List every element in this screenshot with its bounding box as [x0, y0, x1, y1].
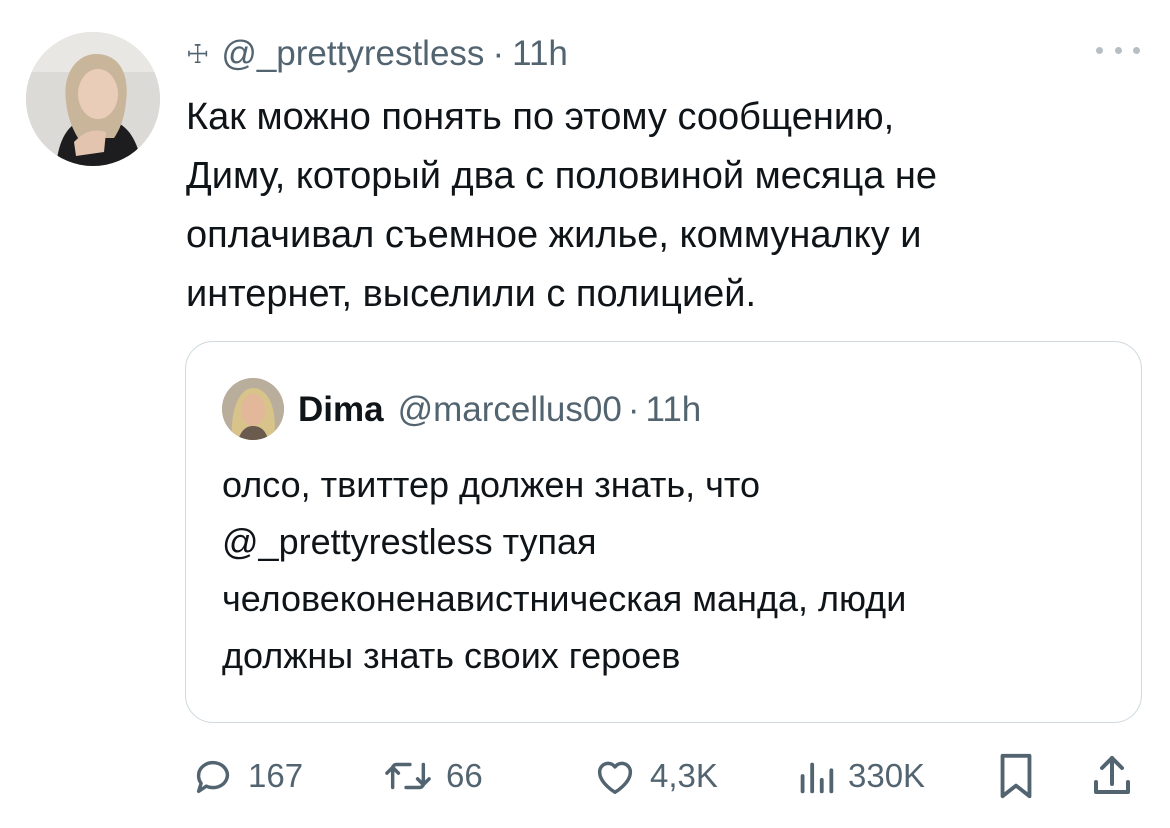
quote-text-line: человеконенавистническая манда, люди [222, 578, 907, 619]
share-icon [1092, 752, 1132, 800]
separator-dot: · [492, 34, 505, 73]
like-icon [592, 753, 638, 799]
repost-icon [382, 753, 434, 799]
reply-icon [190, 753, 236, 799]
quote-time[interactable]: 11h [645, 390, 701, 430]
author-handle[interactable]: @_prettyrestless [221, 34, 484, 74]
quoted-tweet[interactable]: Dima @marcellus00 · 11h олсо, твиттер до… [185, 341, 1142, 723]
repost-button[interactable]: 66 [382, 748, 483, 804]
quote-text-line: должны знать своих героев [222, 635, 681, 676]
share-button[interactable] [1092, 748, 1132, 804]
quote-text: олсо, твиттер должен знать, что @_pretty… [222, 456, 1122, 684]
tweet-text-line: оплачивал съемное жилье, коммуналку и [186, 214, 922, 256]
author-avatar[interactable] [26, 32, 160, 166]
views-button[interactable]: 330K [796, 748, 925, 804]
reply-button[interactable]: 167 [190, 748, 303, 804]
cross-icon: ☩ [186, 38, 210, 69]
quote-header: Dima @marcellus00 · 11h [298, 386, 701, 434]
quote-author-avatar[interactable] [222, 378, 284, 440]
quote-text-line: олсо, твиттер должен знать, что [222, 464, 760, 505]
tweet-text: Как можно понять по этому сообщению, Дим… [186, 88, 1146, 324]
tweet-text-line: Диму, который два с половиной месяца не [186, 155, 938, 197]
like-count: 4,3K [650, 757, 718, 794]
reply-count: 167 [248, 757, 304, 794]
separator-dot: · [627, 390, 640, 429]
more-icon[interactable] [1096, 38, 1140, 62]
bookmark-button[interactable] [996, 748, 1036, 804]
quote-author-handle[interactable]: @marcellus00 [398, 390, 622, 430]
repost-count: 66 [446, 757, 483, 794]
action-bar: 167 66 4,3K 330K [186, 748, 1142, 804]
views-count: 330K [848, 757, 926, 794]
tweet-text-line: интернет, выселили с полицией. [186, 273, 757, 315]
quote-author-name[interactable]: Dima [298, 390, 384, 430]
like-button[interactable]: 4,3K [592, 748, 718, 804]
quote-text-line: @_prettyrestless тупая [222, 521, 597, 562]
tweet-header: ☩ @_prettyrestless · 11h [186, 32, 568, 76]
views-icon [796, 753, 836, 799]
bookmark-icon [996, 751, 1036, 801]
tweet-text-line: Как можно понять по этому сообщению, [186, 96, 895, 138]
tweet-time[interactable]: 11h [512, 34, 568, 74]
